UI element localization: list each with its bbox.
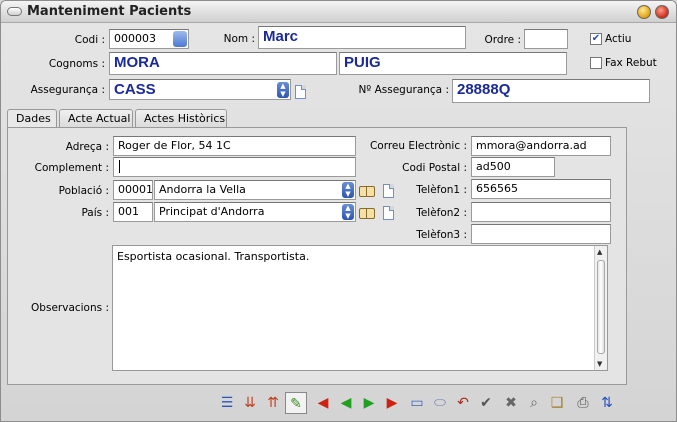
minimize-button[interactable] [637,5,651,19]
pais-value: Principat d'Andorra [159,205,265,218]
sort-icon[interactable]: ⇅ [596,392,618,414]
cognom2-value: PUIG [344,54,381,71]
actiu-label: Actiu [605,33,632,45]
observacions-scrollbar[interactable]: ▲ ▼ [594,246,607,370]
cancel-icon[interactable]: ✖ [500,392,522,414]
asseguranca-select[interactable]: CASS [109,79,291,100]
poblacio-code: 00001 [118,183,153,196]
next-record-icon[interactable]: ▶ [358,392,380,414]
poblacio-code-field[interactable]: 00001 [113,180,153,200]
poblacio-label: Població : [58,185,109,197]
pais-dropdown-arrow-icon[interactable]: ▲ ▼ [342,204,354,220]
fax-rebut-checkbox[interactable] [590,57,602,69]
adreca-value: Roger de Flor, 54 1C [118,139,231,152]
pais-code-field[interactable]: 001 [113,202,153,222]
num-asseguranca-value: 28888Q [457,81,511,98]
cognom2-field[interactable]: PUIG [339,52,567,75]
search-icon[interactable]: ⌕ [523,392,545,414]
scrollbar-thumb[interactable] [597,260,605,354]
window-title: Manteniment Pacients [27,4,192,19]
telefon3-field[interactable] [471,224,611,244]
asseguranca-value: CASS [114,81,156,98]
codi-postal-field[interactable]: ad500 [471,157,555,177]
pais-label: País : [81,207,109,219]
complement-label: Complement : [34,162,109,174]
nom-label: Nom : [223,33,255,45]
first-record-icon[interactable]: ◀ [312,392,334,414]
telefon2-label: Telèfon2 : [416,207,467,219]
telefon1-value: 656565 [476,182,518,195]
telefon1-label: Telèfon1 : [416,184,467,196]
cognom1-value: MORA [114,54,160,71]
last-record-icon[interactable]: ▶ [381,392,403,414]
codi-postal-value: ad500 [476,160,511,173]
nom-value: Marc [263,28,299,45]
telefon2-field[interactable] [471,202,611,222]
new-record-icon[interactable]: ▭ [406,392,428,414]
correu-label: Correu Electrònic : [369,140,467,152]
pais-select[interactable]: Principat d'Andorra [154,202,356,222]
poblacio-dropdown-arrow-icon[interactable]: ▲ ▼ [342,182,354,198]
observacions-value: Esportista ocasional. Transportista. [117,250,310,263]
complement-field[interactable] [113,157,356,177]
previous-record-icon[interactable]: ◀ [335,392,357,414]
asseguranca-dropdown-arrow-icon[interactable]: ▲ ▼ [277,82,289,98]
patient-maintenance-window: Manteniment Pacients Codi : 000003 Nom :… [0,0,677,422]
observacions-label: Observacions : [31,302,109,314]
window-menu-icon[interactable] [7,7,22,16]
asseguranca-label: Assegurança : [30,84,105,96]
num-asseguranca-label: Nº Assegurança : [358,84,449,96]
print-icon[interactable]: ⎙ [572,392,594,414]
browse-icon[interactable]: ❑ [546,392,568,414]
check-icon: ✔ [591,33,601,44]
nom-field[interactable]: Marc [258,26,466,49]
observacions-textarea[interactable]: Esportista ocasional. Transportista. ▲ ▼ [112,245,608,371]
adreca-field[interactable]: Roger de Flor, 54 1C [113,136,356,156]
asseguranca-detail-icon[interactable] [295,85,306,99]
correu-field[interactable]: mmora@andorra.ad [471,136,611,156]
import-icon[interactable]: ⇊ [239,392,261,414]
title-bar[interactable]: Manteniment Pacients [1,1,676,23]
confirm-icon[interactable]: ✔ [475,392,497,414]
tab-actes-historics[interactable]: Actes Històrics [135,109,227,128]
edit-icon[interactable]: ✎ [285,392,307,414]
telefon1-field[interactable]: 656565 [471,179,611,199]
scroll-down-icon[interactable]: ▼ [597,360,602,368]
codi-value: 000003 [114,32,156,45]
codi-postal-label: Codi Postal : [402,162,467,174]
telefon3-label: Telèfon3 : [416,229,467,241]
undo-icon[interactable]: ↶ [452,392,474,414]
codi-picker-button[interactable] [173,31,187,47]
export-icon[interactable]: ⇈ [262,392,284,414]
poblacio-select[interactable]: Andorra la Vella [154,180,356,200]
fax-rebut-label: Fax Rebut [605,57,657,69]
scroll-up-icon[interactable]: ▲ [597,248,602,256]
eraser-icon[interactable]: ⬭ [429,392,451,414]
num-asseguranca-field[interactable]: 28888Q [452,79,650,103]
pais-code: 001 [118,205,139,218]
cognom1-field[interactable]: MORA [109,52,337,75]
tab-dades[interactable]: Dades [7,109,57,129]
ordre-label: Ordre : [484,34,521,46]
codi-label: Codi : [74,34,105,46]
poblacio-value: Andorra la Vella [159,183,246,196]
close-button[interactable] [655,5,669,19]
correu-value: mmora@andorra.ad [476,139,587,152]
actiu-checkbox[interactable]: ✔ [590,33,602,45]
cognoms-label: Cognoms : [48,58,105,70]
text-cursor [119,160,124,173]
adreca-label: Adreça : [65,141,109,153]
tab-acte-actual[interactable]: Acte Actual [59,109,133,128]
list-icon[interactable]: ☰ [216,392,238,414]
ordre-field[interactable] [524,29,568,49]
